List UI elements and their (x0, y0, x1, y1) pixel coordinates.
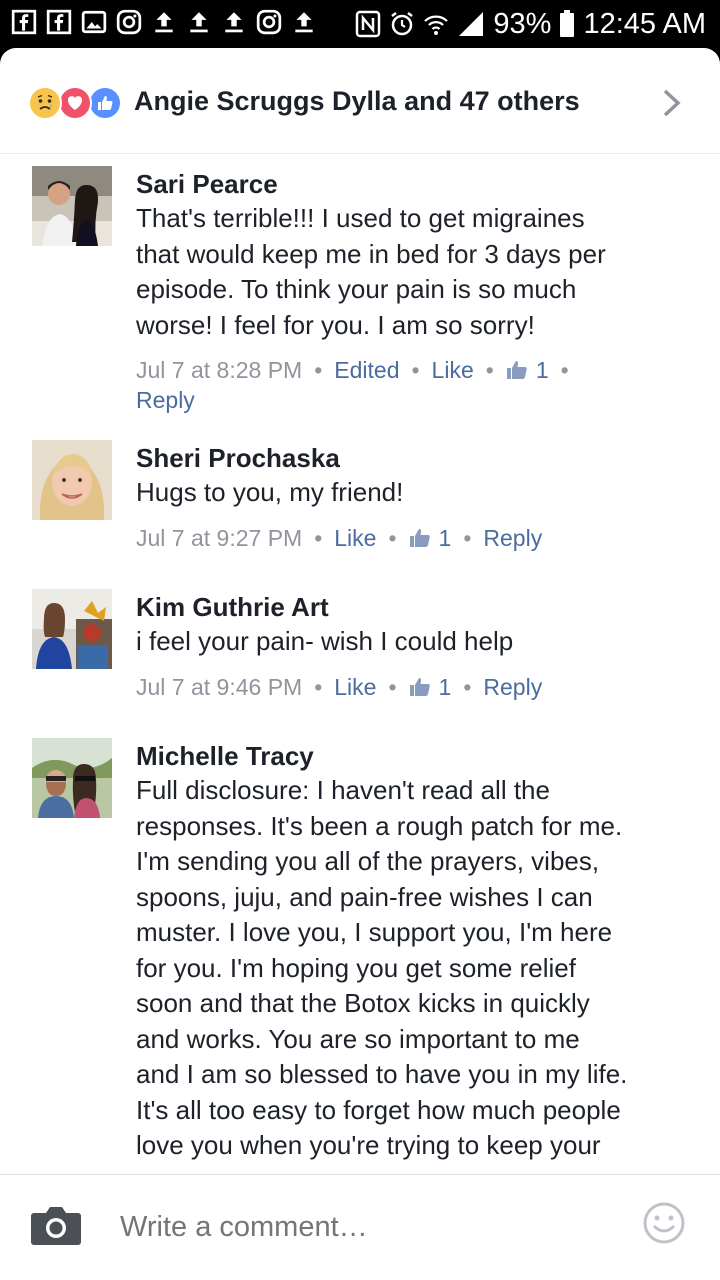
like-count[interactable]: 1 (506, 357, 549, 383)
like-button[interactable]: Like (334, 525, 376, 551)
comment-line: It's all too easy to forget how much peo… (136, 1094, 621, 1125)
comment-line: i feel your pain- wish I could help (136, 626, 514, 656)
gallery-icon (80, 8, 107, 36)
thumbs-up-icon (409, 677, 430, 696)
separator-dot: • (411, 357, 420, 383)
comment-input[interactable] (120, 1205, 540, 1249)
instagram-icon (115, 8, 142, 36)
separator-dot: • (388, 673, 397, 700)
like-reaction-icon (88, 86, 122, 120)
separator-dot: • (314, 357, 323, 383)
reactions-summary[interactable]: Angie Scruggs Dylla and 47 others (0, 48, 720, 154)
separator-dot: • (463, 673, 472, 700)
comment-line: that would keep me in bed for 3 days per (136, 238, 606, 269)
reply-button[interactable]: Reply (483, 674, 542, 700)
comment-line: episode. To think your pain is so much (136, 274, 577, 304)
edited-link[interactable]: Edited (334, 357, 399, 383)
separator-dot: • (314, 524, 323, 551)
reply-button[interactable]: Reply (136, 387, 195, 413)
comment-author[interactable]: Michelle Tracy (136, 740, 696, 772)
avatar[interactable] (32, 166, 112, 246)
reaction-icons (28, 86, 128, 120)
battery-icon (559, 10, 575, 38)
avatar[interactable] (32, 440, 112, 520)
comment-line: Full disclosure: I haven't read all the (136, 775, 550, 805)
clock: 12:45 AM (583, 7, 706, 40)
avatar[interactable] (32, 589, 112, 669)
comment-line: and works. You are so important to me (136, 1023, 580, 1054)
comment-author[interactable]: Sari Pearce (136, 168, 696, 200)
comment-body: Sheri Prochaska Hugs to you, my friend! … (136, 442, 696, 553)
reply-button[interactable]: Reply (483, 525, 542, 551)
upload-icon (185, 8, 212, 36)
thumbs-up-icon (409, 528, 430, 547)
comment-line: I'm sending you all of the prayers, vibe… (136, 846, 600, 876)
comment-body: Sari Pearce That's terrible!!! I used to… (136, 168, 696, 415)
comment-text: i feel your pain- wish I could help (136, 624, 696, 660)
comment-line: spoons, juju, and pain-free wishes I can (136, 881, 593, 912)
like-button[interactable]: Like (334, 674, 376, 700)
like-count[interactable]: 1 (409, 524, 452, 551)
wifi-icon (423, 10, 449, 38)
comment-line: soon and that the Botox kicks in quickly (136, 988, 590, 1018)
comment-line: Hugs to you, my friend! (136, 477, 404, 507)
facebook-icon (10, 8, 37, 36)
separator-dot: • (463, 524, 472, 551)
signal-icon (457, 10, 485, 38)
instagram-icon (255, 8, 282, 36)
separator-dot: • (560, 357, 569, 383)
thumbs-up-icon (506, 361, 527, 379)
comment-timestamp[interactable]: Jul 7 at 8:28 PM (136, 357, 302, 383)
comment-line: love you when you're trying to keep your (136, 1130, 601, 1160)
comment-line: muster. I love you, I support you, I'm h… (136, 917, 613, 947)
chevron-right-icon[interactable] (660, 88, 684, 118)
sad-reaction-icon (28, 86, 62, 120)
comment-composer (0, 1174, 720, 1280)
separator-dot: • (314, 673, 323, 700)
comment-text: Full disclosure: I haven't read all the … (136, 773, 696, 1164)
like-count-value: 1 (535, 357, 549, 383)
status-bar: 93% 12:45 AM (0, 0, 720, 48)
battery-percent: 93% (493, 7, 552, 40)
comments-sheet: Angie Scruggs Dylla and 47 others Sari P… (0, 48, 720, 1280)
system-icons: 93% 12:45 AM (355, 4, 706, 44)
like-count-value: 1 (438, 673, 452, 700)
notification-icons (10, 8, 317, 36)
upload-icon (220, 8, 247, 36)
love-reaction-icon (58, 86, 92, 120)
comment-line: and I am so blessed to have you in my li… (136, 1059, 628, 1089)
comment-line: for you. I'm hoping you get some relief (136, 952, 576, 983)
comment-line: worse! I feel for you. I am so sorry! (136, 309, 535, 340)
comment-author[interactable]: Sheri Prochaska (136, 442, 696, 474)
comment-body: Michelle Tracy Full disclosure: I haven'… (136, 740, 696, 1164)
comment-meta: Jul 7 at 8:28 PM • Edited • Like • 1 • Reply (136, 355, 696, 415)
emoji-icon[interactable] (642, 1201, 686, 1245)
facebook-icon (45, 8, 72, 36)
like-count-value: 1 (438, 524, 452, 551)
comment-body: Kim Guthrie Art i feel your pain- wish I… (136, 591, 696, 702)
comment-author[interactable]: Kim Guthrie Art (136, 591, 696, 623)
alarm-icon (389, 10, 415, 38)
comment-meta: Jul 7 at 9:46 PM • Like • 1 • Reply (136, 672, 696, 702)
like-button[interactable]: Like (432, 357, 474, 383)
comment-line: That's terrible!!! I used to get migrain… (136, 203, 585, 233)
upload-icon (290, 8, 317, 36)
comment-timestamp[interactable]: Jul 7 at 9:27 PM (136, 525, 302, 551)
nfc-icon (355, 10, 381, 38)
camera-icon[interactable] (30, 1205, 82, 1247)
comment-text: That's terrible!!! I used to get migrain… (136, 201, 696, 343)
comment-meta: Jul 7 at 9:27 PM • Like • 1 • Reply (136, 523, 696, 553)
reactions-summary-text: Angie Scruggs Dylla and 47 others (134, 86, 580, 116)
like-count[interactable]: 1 (409, 673, 452, 700)
separator-dot: • (485, 357, 494, 383)
separator-dot: • (388, 524, 397, 551)
comment-timestamp[interactable]: Jul 7 at 9:46 PM (136, 674, 302, 700)
comment-line: responses. It's been a rough patch for m… (136, 810, 623, 841)
upload-icon (150, 8, 177, 36)
avatar[interactable] (32, 738, 112, 818)
comment-text: Hugs to you, my friend! (136, 475, 696, 511)
